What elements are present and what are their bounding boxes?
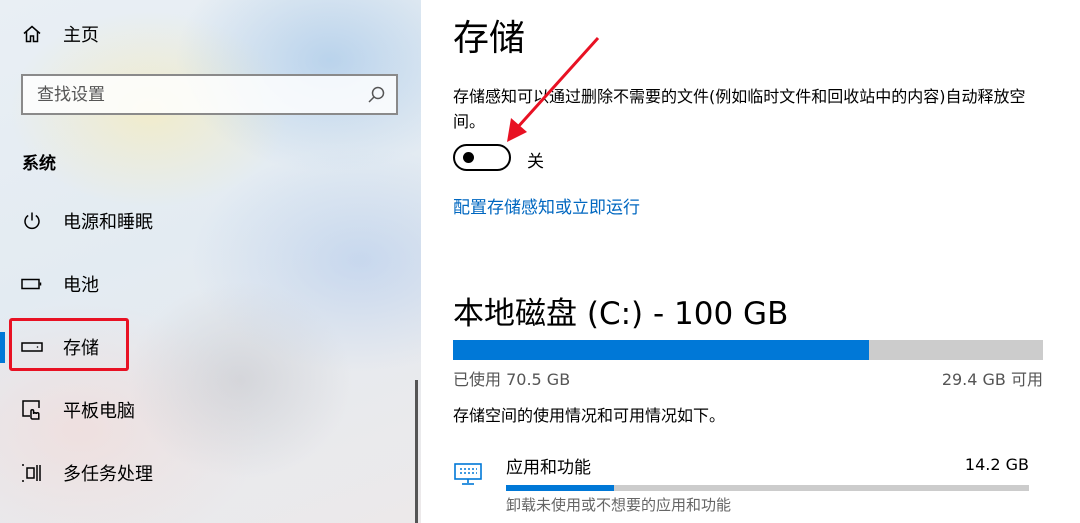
storage-drive-icon (20, 335, 44, 359)
sidebar-item-battery[interactable]: 电池 (0, 264, 421, 304)
category-name[interactable]: 应用和功能 (506, 453, 591, 478)
sidebar-item-label: 平板电脑 (63, 401, 135, 422)
free-space-label: 29.4 GB 可用 (941, 370, 1043, 389)
storage-sense-description: 存储感知可以通过删除不需要的文件(例如临时文件和回收站中的内容)自动释放空间。 (453, 87, 1026, 131)
sidebar-item-power-sleep[interactable]: 电源和睡眠 (0, 201, 421, 241)
section-title: 系统 (22, 154, 56, 174)
settings-sidebar: 主页 系统 电源和睡眠 电池 (0, 0, 421, 523)
sidebar-item-label: 存储 (63, 338, 99, 359)
tablet-mode-icon (20, 398, 44, 422)
sidebar-item-tablet[interactable]: 平板电脑 (0, 390, 421, 430)
sidebar-item-multitasking[interactable]: 多任务处理 (0, 453, 421, 493)
toggle-knob (463, 152, 474, 163)
category-usage-bar (506, 485, 1029, 491)
multitasking-icon (20, 461, 44, 485)
sidebar-scrollbar[interactable] (415, 380, 418, 523)
configure-storage-sense-link[interactable]: 配置存储感知或立即运行 (453, 193, 640, 218)
sidebar-item-label: 电池 (63, 275, 99, 296)
storage-page: 存储 存储感知可以通过删除不需要的文件(例如临时文件和回收站中的内容)自动释放空… (421, 0, 1080, 523)
category-size: 14.2 GB (964, 455, 1029, 474)
home-icon (20, 22, 44, 46)
used-space-label: 已使用 70.5 GB (453, 370, 571, 389)
drive-usage-bar (453, 340, 1043, 360)
drive-title: 本地磁盘 (C:) - 100 GB (453, 296, 789, 332)
storage-sense-toggle[interactable] (453, 144, 511, 171)
sidebar-item-label: 电源和睡眠 (63, 212, 153, 233)
apps-features-icon[interactable] (453, 461, 483, 487)
nav-item-label: 主页 (63, 25, 99, 46)
drive-usage-fill (453, 340, 869, 360)
sidebar-item-label: 多任务处理 (63, 464, 153, 485)
nav-item-home[interactable]: 主页 (0, 14, 421, 54)
search-input[interactable] (23, 76, 367, 113)
usage-info-text: 存储空间的使用情况和可用情况如下。 (453, 406, 726, 425)
toggle-state-label: 关 (527, 152, 544, 172)
category-usage-fill (506, 485, 614, 491)
search-box[interactable] (21, 74, 398, 115)
power-icon (20, 209, 44, 233)
battery-icon (20, 272, 44, 296)
page-title: 存储 (453, 18, 526, 59)
category-description: 卸载未使用或不想要的应用和功能 (506, 496, 732, 514)
sidebar-item-storage[interactable]: 存储 (0, 327, 421, 367)
search-icon[interactable] (366, 85, 386, 105)
